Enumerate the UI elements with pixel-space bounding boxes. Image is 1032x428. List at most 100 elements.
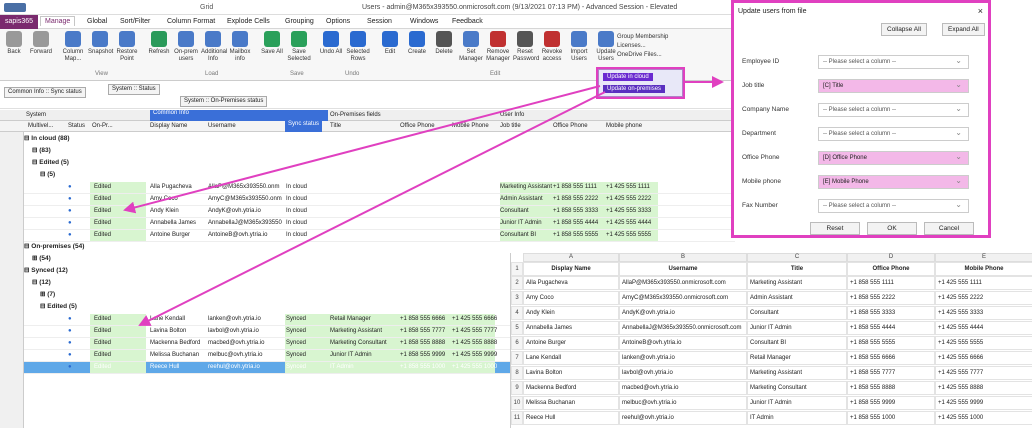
data-cell[interactable]: reehul@ovh.ytria.io (619, 411, 747, 425)
data-cell[interactable]: Mackenna Bedford (523, 381, 619, 395)
data-cell[interactable]: AllaP@M365x393550.onmicrosoft.com (619, 276, 747, 290)
column-header[interactable]: Username (208, 123, 236, 129)
tab-sort-filter[interactable]: Sort/Filter (120, 18, 150, 25)
data-cell[interactable]: AndyK@ovh.ytria.io (619, 306, 747, 320)
table-row[interactable]: Edited Andy Klein AndyK@ovh.ytria.io In clo… (24, 206, 735, 218)
column-header[interactable]: Mobile phone (606, 123, 642, 129)
ribbon-button-on-prem-users[interactable]: On-prem users (174, 31, 198, 63)
data-cell[interactable]: AnnabellaJ@M365x393550.onmicrosoft.com (619, 321, 747, 335)
column-header[interactable]: Job title (500, 123, 521, 129)
column-header[interactable]: Multivel... (28, 123, 53, 129)
data-cell[interactable]: Reece Hull (523, 411, 619, 425)
data-cell[interactable]: Lane Kendall (523, 351, 619, 365)
column-header[interactable]: Title (330, 123, 341, 129)
ribbon-button-revoke-access[interactable]: Revoke access (540, 31, 564, 63)
column-header[interactable]: Mobile Phone (452, 123, 489, 129)
groupby-chip-status[interactable]: System :: Status (108, 84, 160, 95)
group-row[interactable]: ⊞ (7) (40, 290, 55, 301)
data-cell[interactable]: +1 858 555 6666 (847, 351, 935, 365)
data-cell[interactable]: AntoineB@ovh.ytria.io (619, 336, 747, 350)
close-icon[interactable]: × (978, 6, 983, 16)
ribbon-button-additional-info[interactable]: Additional Info (201, 31, 227, 63)
data-cell[interactable]: +1 858 555 9999 (847, 396, 935, 410)
column-mapping-select[interactable]: -- Please select a column -- (818, 55, 969, 69)
expand-all-button[interactable]: Expand All (942, 23, 985, 36)
column-mapping-select[interactable]: -- Please select a column -- (818, 127, 969, 141)
tab-explode-cells[interactable]: Explode Cells (227, 18, 270, 25)
data-cell[interactable]: +1 858 555 5555 (847, 336, 935, 350)
tab-column-format[interactable]: Column Format (167, 18, 215, 25)
data-cell[interactable]: +1 858 555 1000 (847, 411, 935, 425)
data-cell[interactable]: Marketing Consultant (747, 381, 847, 395)
table-row[interactable]: Edited Annabella James AnnabellaJ@M365x393… (24, 218, 735, 230)
ribbon-button-forward[interactable]: Forward (29, 31, 53, 56)
menu-update-in-cloud[interactable]: Update in cloud (603, 73, 653, 81)
data-cell[interactable]: Annabella James (523, 321, 619, 335)
data-cell[interactable]: Lavina Bolton (523, 366, 619, 380)
column-header[interactable]: Office Phone (400, 123, 435, 129)
ribbon-button-update-users[interactable]: Update Users (594, 31, 618, 63)
data-cell[interactable]: +1 425 555 3333 (935, 306, 1032, 320)
data-cell[interactable]: Consultant BI (747, 336, 847, 350)
data-cell[interactable]: +1 425 555 6666 (935, 351, 1032, 365)
ribbon-button-save-selected[interactable]: Save Selected (287, 31, 311, 63)
groupby-chip-sync-status[interactable]: Common Info :: Sync status (4, 87, 86, 98)
column-header[interactable]: Sync status (285, 121, 323, 132)
ribbon-button-snapshot[interactable]: Snapshot (88, 31, 113, 56)
group-row[interactable]: ⊟ Edited (5) (40, 302, 77, 313)
data-cell[interactable]: +1 858 555 7777 (847, 366, 935, 380)
data-cell[interactable]: +1 425 555 1000 (935, 411, 1032, 425)
column-letter[interactable]: D (847, 253, 935, 262)
data-cell[interactable]: +1 858 555 3333 (847, 306, 935, 320)
header-cell[interactable]: Display Name (523, 262, 619, 276)
column-mapping-select[interactable]: [E] Mobile Phone (818, 175, 969, 189)
row-number[interactable]: 4 (511, 306, 523, 320)
row-number[interactable]: 9 (511, 381, 523, 395)
column-mapping-select[interactable]: -- Please select a column -- (818, 103, 969, 117)
ribbon-button-restore-point[interactable]: Restore Point (115, 31, 139, 63)
group-row[interactable]: ⊟ In cloud (88) (24, 134, 70, 145)
group-row[interactable]: ⊟ Synced (12) (24, 266, 68, 277)
ribbon-button-edit[interactable]: Edit (378, 31, 402, 56)
data-cell[interactable]: IT Admin (747, 411, 847, 425)
group-row[interactable]: ⊟ On-premises (54) (24, 242, 84, 253)
row-number[interactable]: 6 (511, 336, 523, 350)
ribbon-button-remove-manager[interactable]: Remove Manager (486, 31, 510, 63)
tab-windows[interactable]: Windows (410, 18, 438, 25)
group-row[interactable]: ⊟ Edited (5) (32, 158, 69, 169)
table-row[interactable]: Edited Amy Coco AmyC@M365x393550.onm In clo… (24, 194, 735, 206)
data-cell[interactable]: Junior IT Admin (747, 396, 847, 410)
data-cell[interactable]: melbuc@ovh.ytria.io (619, 396, 747, 410)
app-brand-tab[interactable]: sapis365 (0, 15, 39, 29)
ribbon-button-import-users[interactable]: Import Users (567, 31, 591, 63)
ribbon-button-selected-rows[interactable]: Selected Rows (346, 31, 370, 63)
ribbon-button-reset-password[interactable]: Reset Password (513, 31, 539, 63)
ribbon-button-undo-all[interactable]: Undo All (319, 31, 343, 56)
ribbon-button-column-map-[interactable]: Column Map... (61, 31, 85, 63)
data-cell[interactable]: +1 425 555 7777 (935, 366, 1032, 380)
data-cell[interactable]: +1 858 555 2222 (847, 291, 935, 305)
data-cell[interactable]: Admin Assistant (747, 291, 847, 305)
column-header[interactable]: Status (68, 123, 85, 129)
row-number[interactable]: 7 (511, 351, 523, 365)
data-cell[interactable]: Alla Pugacheva (523, 276, 619, 290)
data-cell[interactable]: Marketing Assistant (747, 366, 847, 380)
header-cell[interactable]: Mobile Phone (935, 262, 1032, 276)
row-number[interactable]: 1 (511, 262, 523, 276)
table-row[interactable]: Edited Alla Pugacheva AllaP@M365x393550.on… (24, 182, 735, 194)
menu-update-on-premises[interactable]: Update on-premises (603, 85, 666, 93)
data-cell[interactable]: Marketing Assistant (747, 276, 847, 290)
ribbon-side-item[interactable]: Group Membership (617, 33, 668, 42)
ribbon-side-item[interactable]: Licenses... (617, 42, 668, 51)
tab-global[interactable]: Global (87, 18, 107, 25)
row-number[interactable]: 5 (511, 321, 523, 335)
group-row[interactable]: ⊟ (5) (40, 170, 55, 181)
data-cell[interactable]: Andy Klein (523, 306, 619, 320)
column-mapping-select[interactable]: [D] Office Phone (818, 151, 969, 165)
ribbon-side-item[interactable]: OneDrive Files... (617, 51, 668, 60)
data-cell[interactable]: +1 425 555 8888 (935, 381, 1032, 395)
ribbon-button-delete[interactable]: Delete (432, 31, 456, 56)
column-letter[interactable]: E (935, 253, 1032, 262)
column-letter[interactable]: B (619, 253, 747, 262)
table-row[interactable]: Edited Antoine Burger AntoineB@ovh.ytria.i… (24, 230, 735, 242)
